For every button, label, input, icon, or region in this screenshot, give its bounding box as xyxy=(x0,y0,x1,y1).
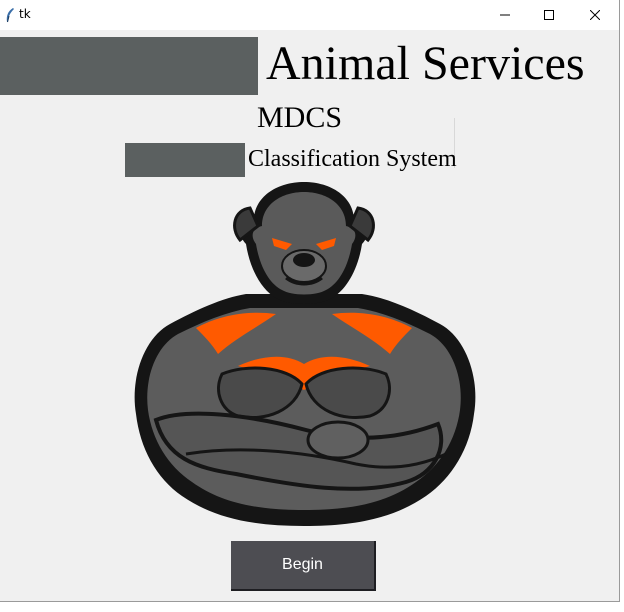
close-icon xyxy=(590,10,600,20)
begin-button[interactable]: Begin xyxy=(231,541,376,591)
minimize-icon xyxy=(500,14,510,16)
maximize-button[interactable] xyxy=(526,0,572,30)
redacted-logo-block xyxy=(0,37,258,95)
page-title: Animal Services xyxy=(266,37,585,90)
muscular-dog-mascot-icon xyxy=(134,182,476,526)
close-button[interactable] xyxy=(572,0,618,30)
app-acronym: MDCS xyxy=(257,101,343,134)
feather-icon xyxy=(6,8,14,23)
window-title: tk xyxy=(19,7,31,21)
system-tagline: Classification System xyxy=(248,146,457,172)
redacted-label-block xyxy=(125,143,245,177)
maximize-icon xyxy=(544,10,554,20)
title-bar[interactable]: tk xyxy=(0,0,619,30)
minimize-button[interactable] xyxy=(482,0,528,30)
app-window: tk Animal Services MDCS Classification S… xyxy=(0,0,620,602)
